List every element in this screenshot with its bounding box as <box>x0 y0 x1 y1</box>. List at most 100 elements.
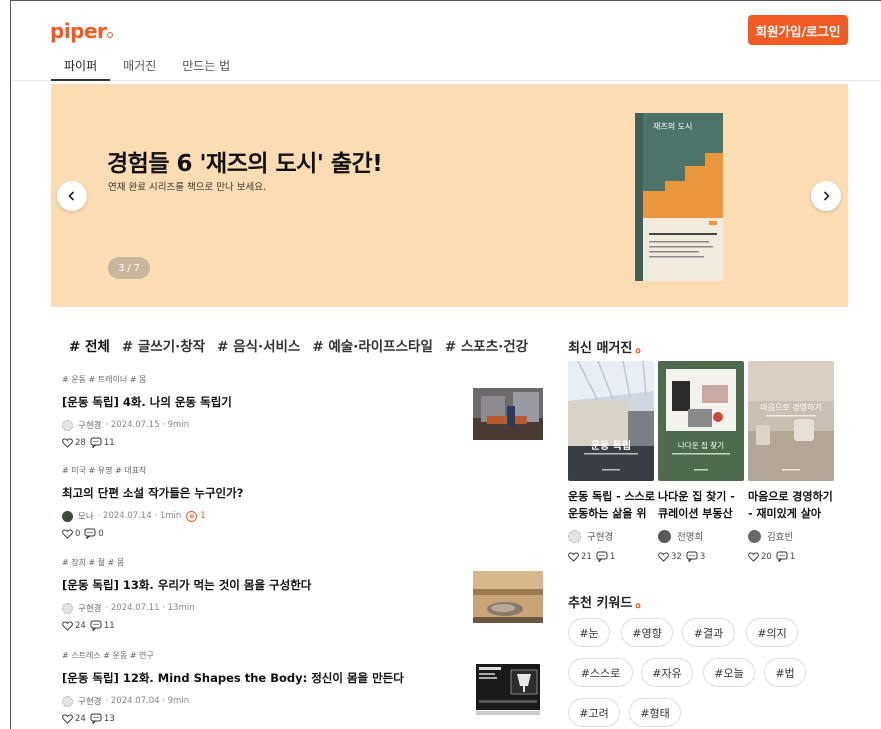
magazine-cover-image[interactable]: 운동 독립 <box>568 360 654 481</box>
post-date-readtime: · 2024.07.15 · 9min <box>105 420 190 430</box>
like-count[interactable]: 28 <box>62 438 86 448</box>
coin-count: 1 <box>200 511 206 521</box>
post-item[interactable]: # 운동 # 트레이너 # 몸 [운동 독립] 4화. 나의 운동 독립기 구현… <box>62 374 544 448</box>
like-count[interactable]: 24 <box>62 621 86 631</box>
post-title[interactable]: [운동 독립] 4화. 나의 운동 독립기 <box>62 394 232 410</box>
magazine-author[interactable]: 구현경 <box>568 529 613 543</box>
like-count[interactable]: 21 <box>568 552 592 562</box>
magazine-card[interactable]: 나다운 집 찾기 나다운 집 찾기 - 큐레이션 부동산 전명희 32 3 <box>658 361 744 562</box>
magazine-card[interactable]: 마음으로 경영하기 마음으로 경영하기 - 재미있게 살아 김효빈 20 1 <box>748 361 834 562</box>
keyword-tab-food-service[interactable]: # 음식·서비스 <box>217 335 300 355</box>
keyword-chip[interactable]: #법 <box>764 658 806 687</box>
post-item[interactable]: # 스트레스 # 운동 # 연구 [운동 독립] 12화. Mind Shape… <box>62 650 544 724</box>
post-tags[interactable]: # 운동 # 트레이너 # 몸 <box>62 374 544 385</box>
post-author[interactable]: 구현경 <box>78 695 101 707</box>
magazine-title[interactable]: 운동 독립 - 스스로 운동하는 삶을 위 <box>568 488 658 522</box>
like-count[interactable]: 32 <box>658 552 682 562</box>
like-count[interactable]: 0 <box>62 529 80 539</box>
keyword-chip[interactable]: #고려 <box>568 698 620 727</box>
post-title[interactable]: 최고의 단편 소설 작가들은 누구인가? <box>62 485 243 501</box>
avatar[interactable] <box>62 419 73 431</box>
chevron-left-icon <box>68 191 75 201</box>
tab-piper[interactable]: 파이퍼 <box>51 53 111 81</box>
comment-count[interactable]: 11 <box>90 620 115 631</box>
keyword-chip[interactable]: #의지 <box>746 618 798 647</box>
post-thumbnail[interactable] <box>473 571 543 623</box>
post-stats: 0 0 <box>62 528 108 539</box>
post-thumbnail[interactable] <box>473 388 543 440</box>
chevron-right-icon <box>823 191 830 201</box>
keyword-filter-tabs: # 전체 # 글쓰기·창작 # 음식·서비스 # 예술·라이프스타일 # 스포츠… <box>69 335 528 355</box>
magazine-author[interactable]: 김효빈 <box>748 529 793 543</box>
hero-banner[interactable]: 경험들 6 '재즈의 도시' 출간! 연재 완료 시리즈를 책으로 만나 보세요… <box>51 84 848 307</box>
post-stats: 24 13 <box>62 713 119 724</box>
magazine-stats: 20 1 <box>748 551 799 562</box>
keyword-chip[interactable]: #스스로 <box>568 658 633 687</box>
post-title[interactable]: [운동 독립] 12화. Mind Shapes the Body: 정신이 몸… <box>62 670 404 686</box>
post-title[interactable]: [운동 독립] 13화. 우리가 먹는 것이 몸을 구성한다 <box>62 577 311 593</box>
svg-text:재즈의 도시: 재즈의 도시 <box>653 121 692 131</box>
avatar <box>748 529 761 543</box>
comment-icon <box>686 551 698 562</box>
post-stats: 24 11 <box>62 620 119 631</box>
banner-pager: 3 / 7 <box>108 257 150 279</box>
like-count[interactable]: 20 <box>748 552 772 562</box>
heart-icon <box>62 620 73 631</box>
post-author[interactable]: 모나 <box>78 510 94 522</box>
logo[interactable]: piper <box>50 19 114 43</box>
avatar <box>568 529 581 543</box>
avatar[interactable] <box>62 695 73 707</box>
comment-count[interactable]: 0 <box>84 528 104 539</box>
like-count[interactable]: 24 <box>62 714 86 724</box>
keyword-tab-art-lifestyle[interactable]: # 예술·라이프스타일 <box>312 335 433 355</box>
heart-icon <box>568 551 579 562</box>
post-tags[interactable]: # 미국 # 유명 # 대표작 <box>62 465 544 476</box>
keyword-chip[interactable]: #형태 <box>629 698 681 727</box>
post-thumbnail[interactable] <box>473 664 543 716</box>
magazine-stats: 32 3 <box>658 551 709 562</box>
keyword-chip[interactable]: #오늘 <box>703 658 755 687</box>
comment-count[interactable]: 1 <box>776 551 795 562</box>
banner-next-button[interactable] <box>811 181 841 211</box>
keyword-chip[interactable]: #눈 <box>568 618 610 647</box>
post-item[interactable]: # 장희 # 젊 # 몸 [운동 독립] 13화. 우리가 먹는 것이 몸을 구… <box>62 557 544 631</box>
heart-icon <box>62 528 73 539</box>
tab-magazine[interactable]: 매거진 <box>110 53 169 81</box>
keyword-tab-sports-health[interactable]: # 스포츠·건강 <box>445 335 528 355</box>
comment-icon <box>596 551 608 562</box>
post-meta: 구현경 · 2024.07.11 · 13min <box>62 602 195 614</box>
avatar[interactable] <box>62 602 73 614</box>
comment-count[interactable]: 13 <box>90 713 115 724</box>
keyword-chip[interactable]: #자유 <box>641 658 693 687</box>
keyword-tab-all[interactable]: # 전체 <box>69 335 110 355</box>
magazine-author[interactable]: 전명희 <box>658 529 703 543</box>
magazine-card[interactable]: 운동 독립 운동 독립 - 스스로 운동하는 삶을 위 구현경 21 1 <box>568 360 655 562</box>
magazine-cover-image[interactable]: 마음으로 경영하기 <box>748 361 834 481</box>
avatar <box>658 529 671 543</box>
comment-count[interactable]: 3 <box>686 551 705 562</box>
keyword-tab-writing[interactable]: # 글쓰기·창작 <box>122 335 205 355</box>
banner-prev-button[interactable] <box>57 181 87 211</box>
post-meta: 모나 · 2024.07.14 · 1min ⊕ 1 <box>62 510 206 522</box>
heart-icon <box>62 713 73 724</box>
post-tags[interactable]: # 스트레스 # 운동 # 연구 <box>62 650 544 661</box>
post-author[interactable]: 구현경 <box>78 602 101 614</box>
keyword-chip[interactable]: #결과 <box>682 618 735 647</box>
magazine-title[interactable]: 나다운 집 찾기 - 큐레이션 부동산 <box>658 488 748 522</box>
post-date-readtime: · 2024.07.04 · 9min <box>105 696 190 706</box>
main-nav: 파이퍼 매거진 만드는 법 <box>51 53 243 81</box>
comment-count[interactable]: 11 <box>90 437 115 448</box>
post-author[interactable]: 구현경 <box>78 419 101 431</box>
magazine-stats: 21 1 <box>568 551 619 562</box>
avatar[interactable] <box>62 510 73 522</box>
magazine-cover-image[interactable]: 나다운 집 찾기 <box>658 361 744 481</box>
comment-icon <box>90 713 102 724</box>
keyword-chip[interactable]: #영향 <box>621 618 673 647</box>
tab-how-to-make[interactable]: 만드는 법 <box>169 53 243 81</box>
magazine-title[interactable]: 마음으로 경영하기 - 재미있게 살아 <box>748 488 838 522</box>
header: piper 회원가입/로그인 파이퍼 매거진 만드는 법 <box>11 1 881 81</box>
post-item[interactable]: # 미국 # 유명 # 대표작 최고의 단편 소설 작가들은 누구인가? 모나 … <box>62 465 544 539</box>
comment-count[interactable]: 1 <box>596 551 615 562</box>
post-tags[interactable]: # 장희 # 젊 # 몸 <box>62 557 544 568</box>
signup-login-button[interactable]: 회원가입/로그인 <box>748 15 848 45</box>
